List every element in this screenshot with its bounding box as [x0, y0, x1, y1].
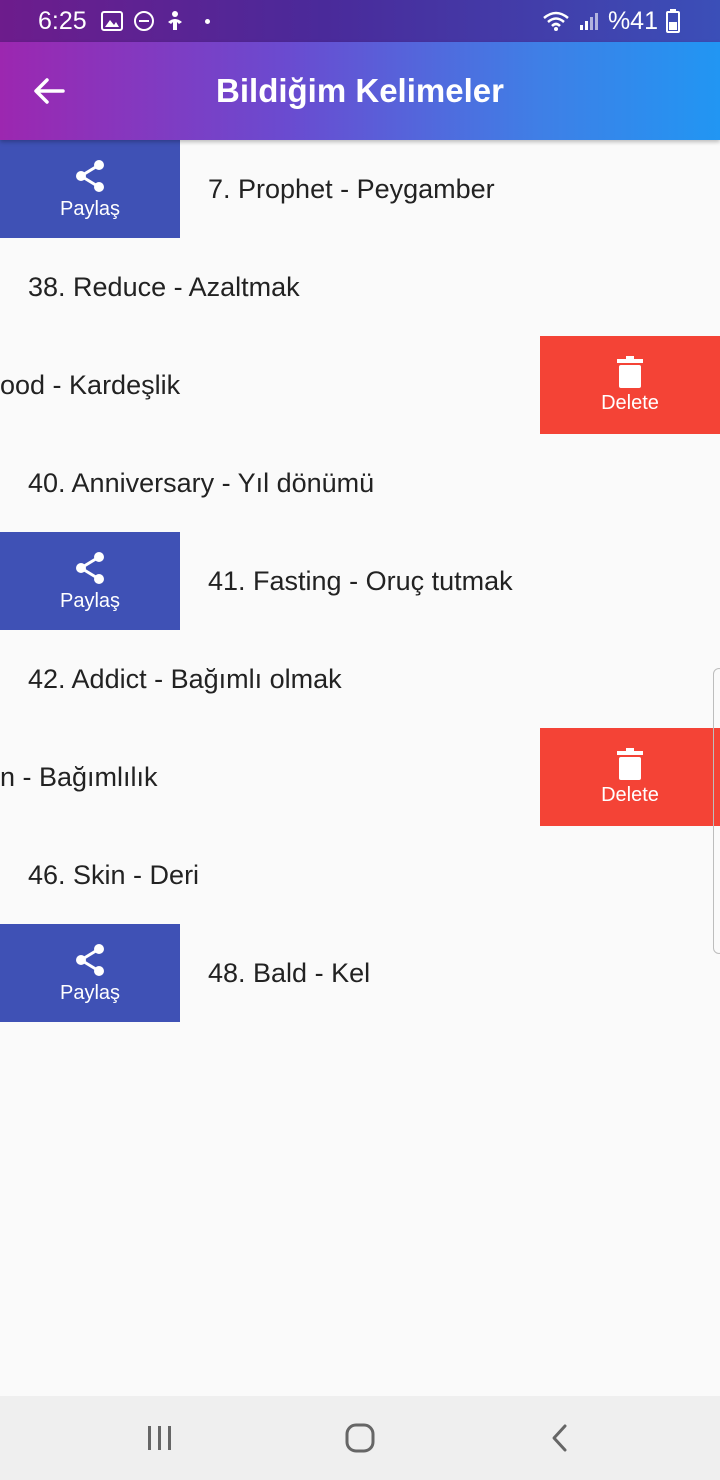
- wifi-icon: [543, 11, 569, 31]
- list-item[interactable]: 46. Skin - Deri: [0, 826, 720, 924]
- share-button[interactable]: Paylaş: [0, 140, 180, 238]
- list-item[interactable]: n - Bağımlılık Delete: [0, 728, 720, 826]
- share-label: Paylaş: [59, 197, 121, 220]
- delete-button[interactable]: Delete: [540, 728, 720, 826]
- share-button[interactable]: Paylaş: [0, 924, 180, 1022]
- share-label: Paylaş: [59, 589, 121, 612]
- arrow-left-icon: [34, 78, 65, 104]
- system-nav-bar: [0, 1396, 720, 1480]
- notification-dot: [204, 18, 210, 24]
- back-button[interactable]: [0, 42, 98, 140]
- list-item[interactable]: 38. Reduce - Azaltmak: [0, 238, 720, 336]
- list-item[interactable]: 42. Addict - Bağımlı olmak: [0, 630, 720, 728]
- home-button[interactable]: [320, 1396, 400, 1480]
- share-button[interactable]: Paylaş: [0, 532, 180, 630]
- list-item[interactable]: Paylaş 41. Fasting - Oruç tutmak: [0, 532, 720, 630]
- list-item[interactable]: 40. Anniversary - Yıl dönümü: [0, 434, 720, 532]
- list-item[interactable]: Paylaş 48. Bald - Kel: [0, 924, 720, 1022]
- scrollbar[interactable]: [713, 668, 720, 954]
- recent-apps-icon: [148, 1426, 171, 1450]
- back-icon: [552, 1424, 567, 1452]
- status-bar: 6:25 %41: [0, 0, 720, 42]
- delete-label: Delete: [601, 783, 659, 806]
- home-icon: [345, 1423, 375, 1453]
- word-text: 42. Addict - Bağımlı olmak: [28, 664, 342, 694]
- word-text: 46. Skin - Deri: [28, 860, 200, 890]
- word-text: ood - Kardeşlik: [0, 370, 181, 400]
- delete-button[interactable]: Delete: [540, 336, 720, 434]
- accessibility-icon: [167, 11, 182, 30]
- image-icon: [100, 11, 123, 31]
- delete-label: Delete: [601, 391, 659, 414]
- battery-icon: [666, 9, 680, 33]
- share-icon: [76, 159, 104, 192]
- trash-icon: [617, 355, 643, 388]
- nav-back-button[interactable]: [520, 1396, 600, 1480]
- status-time: 6:25: [38, 6, 87, 35]
- trash-icon: [617, 747, 643, 780]
- word-text: 7. Prophet - Peygamber: [208, 174, 495, 204]
- word-text: 38. Reduce - Azaltmak: [28, 272, 300, 302]
- share-icon: [76, 943, 104, 976]
- list-item[interactable]: ood - Kardeşlik Delete: [0, 336, 720, 434]
- signal-icon: [579, 13, 598, 30]
- list-item[interactable]: Paylaş 7. Prophet - Peygamber: [0, 140, 720, 238]
- share-icon: [76, 551, 104, 584]
- word-text: 41. Fasting - Oruç tutmak: [208, 566, 513, 596]
- app-bar: Bildiğim Kelimeler: [0, 42, 720, 140]
- battery-percent: %41: [607, 6, 658, 35]
- word-text: 48. Bald - Kel: [208, 958, 371, 988]
- word-text: n - Bağımlılık: [0, 762, 158, 792]
- word-list[interactable]: Paylaş 7. Prophet - Peygamber 38. Reduce…: [0, 140, 720, 1396]
- word-text: 40. Anniversary - Yıl dönümü: [28, 468, 375, 498]
- page-title: Bildiğim Kelimeler: [216, 72, 504, 109]
- recent-apps-button[interactable]: [120, 1396, 200, 1480]
- dnd-icon: [133, 11, 154, 31]
- share-label: Paylaş: [59, 981, 121, 1004]
